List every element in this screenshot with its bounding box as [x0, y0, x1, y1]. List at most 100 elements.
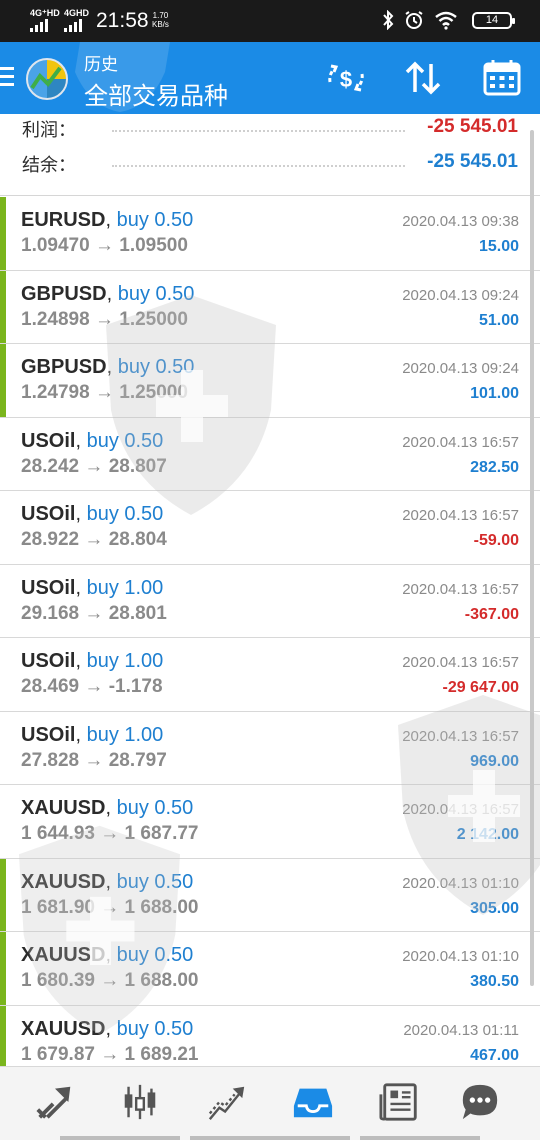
trade-prices: 1.24798 → 1.25000 — [21, 382, 188, 404]
system-nav-bar — [190, 1136, 350, 1140]
profit-row: 利润： -25 545.01 — [0, 116, 540, 146]
close-price: 1 689.21 — [124, 1043, 199, 1065]
trade-action: buy 0.50 — [117, 282, 195, 305]
trade-title: XAUUSD, buy 0.50 — [21, 797, 194, 819]
sort-icon[interactable] — [401, 56, 445, 100]
trade-row[interactable]: XAUUSD, buy 0.50 1 644.93 → 1 687.77 2020.… — [0, 785, 540, 859]
metatrader-logo[interactable] — [24, 56, 70, 102]
trade-row[interactable]: GBPUSD, buy 0.50 1.24798 → 1.25000 2020.04… — [0, 344, 540, 418]
trade-time: 2020.04.13 01:10 — [402, 874, 519, 892]
trade-history-list[interactable]: EURUSD, buy 0.50 1.09470 → 1.09500 2020.04… — [0, 197, 540, 1066]
open-price: 1 644.93 — [21, 823, 95, 844]
trade-profit: -59.00 — [473, 532, 519, 549]
trade-prices: 1 644.93 → 1 687.77 — [21, 823, 199, 845]
close-price: 28.807 — [108, 455, 167, 477]
app-bar: 历史 全部交易品种 $ — [0, 42, 540, 114]
trade-row[interactable]: USOil, buy 0.50 28.922 → 28.804 2020.04.13… — [0, 491, 540, 565]
trade-prices: 28.922 → 28.804 — [21, 529, 167, 551]
trade-symbol: USOil — [21, 429, 76, 452]
trade-row[interactable]: XAUUSD, buy 0.50 1 680.39 → 1 688.00 2020.… — [0, 932, 540, 1006]
bluetooth-icon — [383, 10, 394, 30]
close-price: 1.25000 — [119, 382, 188, 403]
calendar-icon[interactable] — [480, 56, 524, 100]
trade-symbol: XAUUSD — [21, 870, 106, 893]
trade-title: GBPUSD, buy 0.50 — [21, 356, 195, 378]
profit-label: 利润： — [22, 120, 76, 140]
bottom-navigation — [0, 1066, 540, 1140]
trade-time: 2020.04.13 16:57 — [402, 433, 519, 451]
trade-symbol: USOil — [21, 650, 76, 672]
open-price: 1.09470 — [21, 235, 90, 256]
trade-row[interactable]: USOil, buy 1.00 27.828 → 28.797 2020.04.13… — [0, 711, 540, 785]
trade-title: USOil, buy 1.00 — [21, 723, 164, 746]
close-price: 1 688.00 — [124, 970, 199, 991]
arrow-icon: → — [84, 749, 104, 771]
trade-time: 2020.04.13 16:57 — [402, 727, 519, 745]
trade-action: buy 0.50 — [116, 209, 194, 231]
trade-profit: 101.00 — [470, 385, 519, 402]
trade-title: USOil, buy 1.00 — [21, 576, 164, 599]
open-price: 28.469 — [21, 676, 80, 697]
trade-prices: 29.168 → 28.801 — [21, 603, 167, 625]
trade-title: USOil, buy 0.50 — [21, 503, 164, 525]
trade-profit: 467.00 — [470, 1046, 519, 1064]
close-price: 1 688.00 — [124, 896, 199, 918]
trade-prices: 1 681.90 → 1 688.00 — [21, 897, 199, 919]
status-icons — [382, 10, 458, 30]
trade-action: buy 0.50 — [86, 503, 164, 525]
trade-icon[interactable] — [205, 1081, 249, 1123]
alarm-icon — [405, 11, 423, 29]
arrow-icon: → — [94, 382, 114, 403]
trade-title: XAUUSD, buy 0.50 — [21, 1017, 194, 1040]
trade-row[interactable]: XAUUSD, buy 0.50 1 681.90 → 1 688.00 2020.… — [0, 858, 540, 932]
close-price: -1.178 — [108, 676, 163, 697]
close-price: 28.804 — [108, 529, 167, 550]
trade-row[interactable]: USOil, buy 0.50 28.242 → 28.807 2020.04.13… — [0, 417, 540, 491]
trade-symbol: GBPUSD — [21, 282, 107, 305]
trade-profit: 282.50 — [470, 458, 519, 476]
balance-label: 结余： — [22, 155, 76, 175]
menu-icon[interactable] — [0, 67, 14, 89]
trade-action: buy 0.50 — [116, 797, 194, 819]
system-nav-bar — [60, 1136, 180, 1140]
history-icon[interactable] — [291, 1081, 335, 1123]
trade-prices: 1.09470 → 1.09500 — [21, 235, 188, 257]
trade-row[interactable]: USOil, buy 1.00 28.469 → -1.178 2020.04.13… — [0, 638, 540, 712]
open-price: 1.24798 — [21, 382, 90, 403]
trade-row[interactable]: EURUSD, buy 0.50 1.09470 → 1.09500 2020.04… — [0, 197, 540, 271]
arrow-icon: → — [100, 970, 120, 991]
trade-time: 2020.04.13 09:38 — [402, 213, 519, 230]
svg-text:$: $ — [340, 67, 352, 92]
trade-time: 2020.04.13 09:24 — [402, 360, 519, 377]
trade-symbol: USOil — [21, 723, 76, 746]
arrow-icon: → — [94, 235, 114, 256]
signal-icon — [64, 19, 82, 32]
trade-row[interactable]: GBPUSD, buy 0.50 1.24898 → 1.25000 2020.04… — [0, 270, 540, 344]
trade-prices: 27.828 → 28.797 — [21, 750, 167, 772]
open-price: 1 681.90 — [21, 896, 95, 918]
currency-exchange-icon[interactable]: $ — [324, 56, 368, 100]
chat-icon[interactable] — [458, 1081, 502, 1123]
open-price: 1.24898 — [21, 308, 90, 330]
trade-profit: -367.00 — [464, 605, 519, 623]
trade-prices: 28.469 → -1.178 — [21, 676, 163, 698]
chart-icon[interactable] — [118, 1081, 162, 1123]
arrow-icon: → — [84, 529, 104, 550]
arrow-icon: → — [84, 676, 104, 697]
close-price: 1 687.77 — [124, 823, 199, 844]
speed-unit: KB/s — [152, 20, 169, 29]
quotes-icon[interactable] — [33, 1081, 77, 1123]
trade-title: GBPUSD, buy 0.50 — [21, 282, 195, 305]
trade-row[interactable]: USOil, buy 1.00 29.168 → 28.801 2020.04.13… — [0, 564, 540, 638]
battery-icon: 14 — [472, 12, 515, 29]
page-title[interactable]: 全部交易品种 — [84, 76, 228, 111]
balance-row: 结余： -25 545.01 — [0, 151, 540, 181]
open-price: 28.922 — [21, 529, 80, 550]
news-icon[interactable] — [378, 1081, 422, 1123]
status-bar: 4G⁺HD 4GHD 21:58 1.70 KB/s 14 — [0, 0, 540, 42]
scrollbar[interactable] — [530, 130, 534, 986]
trade-row[interactable]: XAUUSD, buy 0.50 1 679.87 → 1 689.21 2020.… — [0, 1005, 540, 1066]
trade-profit: 15.00 — [478, 238, 519, 255]
wifi-icon — [435, 11, 457, 30]
trade-action: buy 1.00 — [86, 650, 164, 672]
